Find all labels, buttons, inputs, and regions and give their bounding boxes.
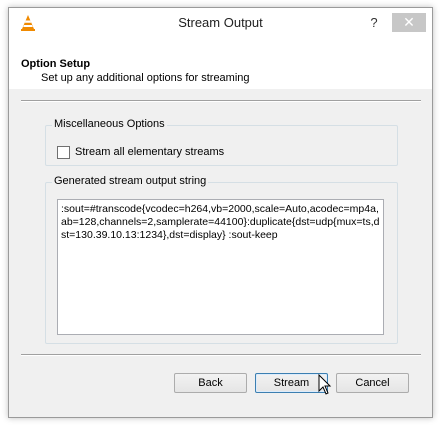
stream-all-checkbox[interactable] — [57, 145, 70, 159]
footer-divider — [21, 354, 421, 356]
stream-output-dialog: Stream Output ? ✕ Option Setup Set up an… — [8, 7, 433, 418]
mouse-pointer-icon — [318, 374, 332, 395]
close-button[interactable]: ✕ — [392, 13, 426, 32]
header-divider — [21, 100, 421, 102]
title-bar[interactable]: Stream Output ? ✕ — [9, 8, 432, 37]
cancel-button[interactable]: Cancel — [336, 373, 409, 393]
back-button[interactable]: Back — [174, 373, 247, 393]
page-title: Option Setup — [21, 58, 91, 70]
stream-all-row[interactable]: Stream all elementary streams — [57, 145, 224, 159]
stream-all-label: Stream all elementary streams — [75, 146, 225, 158]
misc-options-label: Miscellaneous Options — [52, 118, 167, 130]
page-subtitle: Set up any additional options for stream… — [41, 72, 250, 84]
wizard-header: Option Setup Set up any additional optio… — [9, 37, 432, 89]
help-button[interactable]: ? — [364, 13, 384, 32]
output-string-label: Generated stream output string — [52, 175, 209, 187]
output-string-textarea[interactable]: :sout=#transcode{vcodec=h264,vb=2000,sca… — [57, 199, 384, 335]
